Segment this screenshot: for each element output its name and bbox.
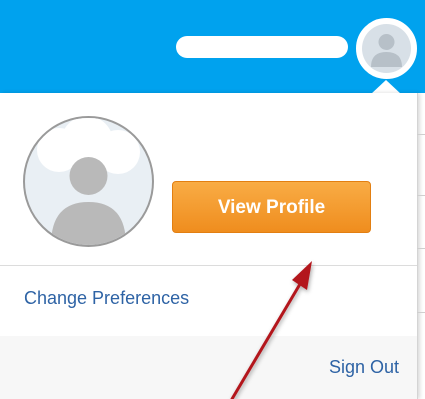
profile-info-redacted bbox=[160, 124, 384, 164]
profile-summary: View Profile bbox=[0, 93, 417, 265]
view-profile-button[interactable]: View Profile bbox=[172, 181, 371, 233]
user-avatar-button[interactable] bbox=[356, 18, 417, 79]
menu-footer: Sign Out bbox=[0, 336, 417, 399]
dropdown-pointer bbox=[371, 80, 401, 94]
user-silhouette-icon bbox=[23, 116, 154, 247]
user-name-redacted bbox=[176, 36, 348, 58]
background-row-divider bbox=[417, 312, 425, 313]
user-avatar-icon bbox=[362, 24, 411, 73]
background-row-divider bbox=[417, 134, 425, 135]
top-navigation-bar bbox=[0, 0, 425, 93]
background-row-divider bbox=[417, 248, 425, 249]
background-row-divider bbox=[417, 195, 425, 196]
menu-divider bbox=[0, 265, 417, 266]
profile-dropdown-menu: View Profile Change Preferences Sign Out bbox=[0, 93, 418, 399]
change-preferences-link[interactable]: Change Preferences bbox=[24, 288, 189, 309]
sign-out-link[interactable]: Sign Out bbox=[329, 357, 399, 378]
